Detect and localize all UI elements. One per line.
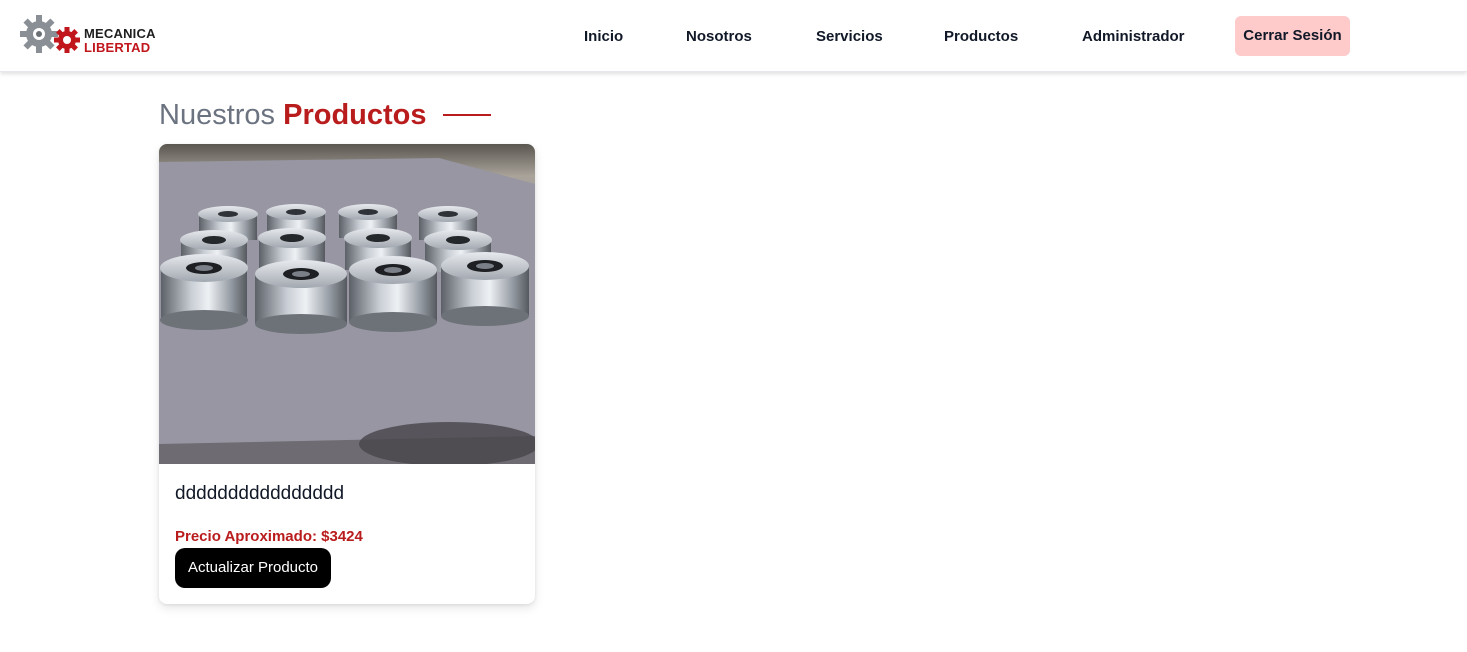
product-name: dddddddddddddddd [175,483,345,504]
nav-link-nosotros[interactable]: Nosotros [686,26,752,48]
nav-link-administrador[interactable]: Administrador [1082,26,1185,48]
brand-logo[interactable]: MECANICA LIBERTAD [19,14,159,58]
product-price: Precio Aproximado: $3424 [175,528,363,545]
page-title: Nuestros Productos [159,96,491,136]
product-card: dddddddddddddddd Precio Aproximado: $342… [159,144,535,604]
product-image [159,144,535,464]
title-divider [442,114,491,117]
nav-link-servicios[interactable]: Servicios [816,26,883,48]
navbar: MECANICA LIBERTAD Inicio Nosotros Servic… [0,0,1467,72]
brand-wordmark: MECANICA LIBERTAD [84,27,156,55]
nav-link-inicio[interactable]: Inicio [584,26,623,48]
brand-line1: MECANICA [84,26,156,41]
logout-button[interactable]: Cerrar Sesión [1235,16,1350,56]
update-product-button[interactable]: Actualizar Producto [175,548,331,588]
brand-line2: LIBERTAD [84,40,151,55]
gear-icon [20,15,80,53]
page-title-accent: Productos [283,99,427,131]
nav-link-productos[interactable]: Productos [944,26,1018,48]
page-title-light: Nuestros [159,99,276,131]
